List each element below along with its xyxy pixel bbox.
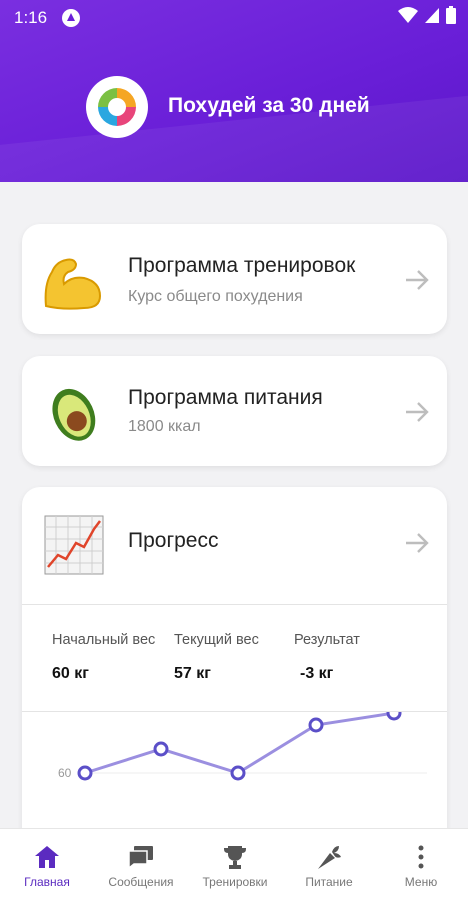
signal-icon [425,8,439,23]
messages-icon [128,846,153,870]
result-label: Результат [294,632,360,648]
y-tick-label: 60 [58,766,72,780]
current-weight-value: 57 кг [174,665,211,682]
arrow-right-icon [406,533,429,553]
data-point [230,765,246,781]
wifi-icon [398,7,418,23]
status-icons [398,6,456,24]
data-point [308,717,324,733]
nutrition-card-title: Программа питания [128,386,323,409]
more-vertical-icon [418,845,424,869]
home-icon [35,846,59,868]
battery-icon [446,6,456,24]
training-card-subtitle: Курс общего похудения [128,288,303,305]
nutrition-program-card[interactable]: Программа питания 1800 ккал [22,356,447,466]
nav-item-nutrition[interactable]: Питание [282,829,376,900]
flexed-biceps-icon [44,258,102,310]
progress-card-title: Прогресс [128,529,219,552]
result-value: -3 кг [300,665,334,682]
arrow-right-icon [406,270,429,290]
current-weight-label: Текущий вес [174,632,259,648]
nav-item-trainings[interactable]: Тренировки [188,829,282,900]
nav-label-messages: Сообщения [108,875,174,889]
notification-app-icon [62,9,80,27]
avocado-icon [52,388,96,441]
nav-item-menu[interactable]: Меню [374,829,468,900]
status-time: 1:16 [14,8,48,27]
start-weight-value: 60 кг [52,665,89,682]
nutrition-card-subtitle: 1800 ккал [128,418,201,435]
carrot-icon [318,846,341,869]
progress-card[interactable]: Прогресс Начальный вес 60 кг Текущий вес… [22,487,447,887]
app-logo-swirl-icon [98,88,136,126]
app-title: Похудей за 30 дней [168,94,370,117]
nav-item-home[interactable]: Главная [0,829,94,900]
arrow-right-icon [406,402,429,422]
chart-increasing-icon [44,515,104,575]
series-line [84,712,395,775]
training-card-title: Программа тренировок [128,254,356,277]
nav-label-trainings: Тренировки [202,875,268,889]
data-point [77,765,93,781]
data-point [386,712,402,721]
trophy-icon [224,846,246,869]
app-header: 1:16 Похудей за 30 дней [0,0,468,182]
start-weight-label: Начальный вес [52,632,156,648]
app-logo [86,76,148,138]
data-point [153,741,169,757]
training-program-card[interactable]: Программа тренировок Курс общего похуден… [22,224,447,334]
bottom-navigation: Главная Сообщения Тренировки Питание Мен… [0,828,468,900]
nav-label-nutrition: Питание [305,875,353,889]
progress-divider [22,604,447,605]
nav-label-home: Главная [24,875,70,889]
status-bar: 1:16 [0,0,468,34]
nav-label-menu: Меню [404,875,438,889]
nav-item-messages[interactable]: Сообщения [94,829,188,900]
